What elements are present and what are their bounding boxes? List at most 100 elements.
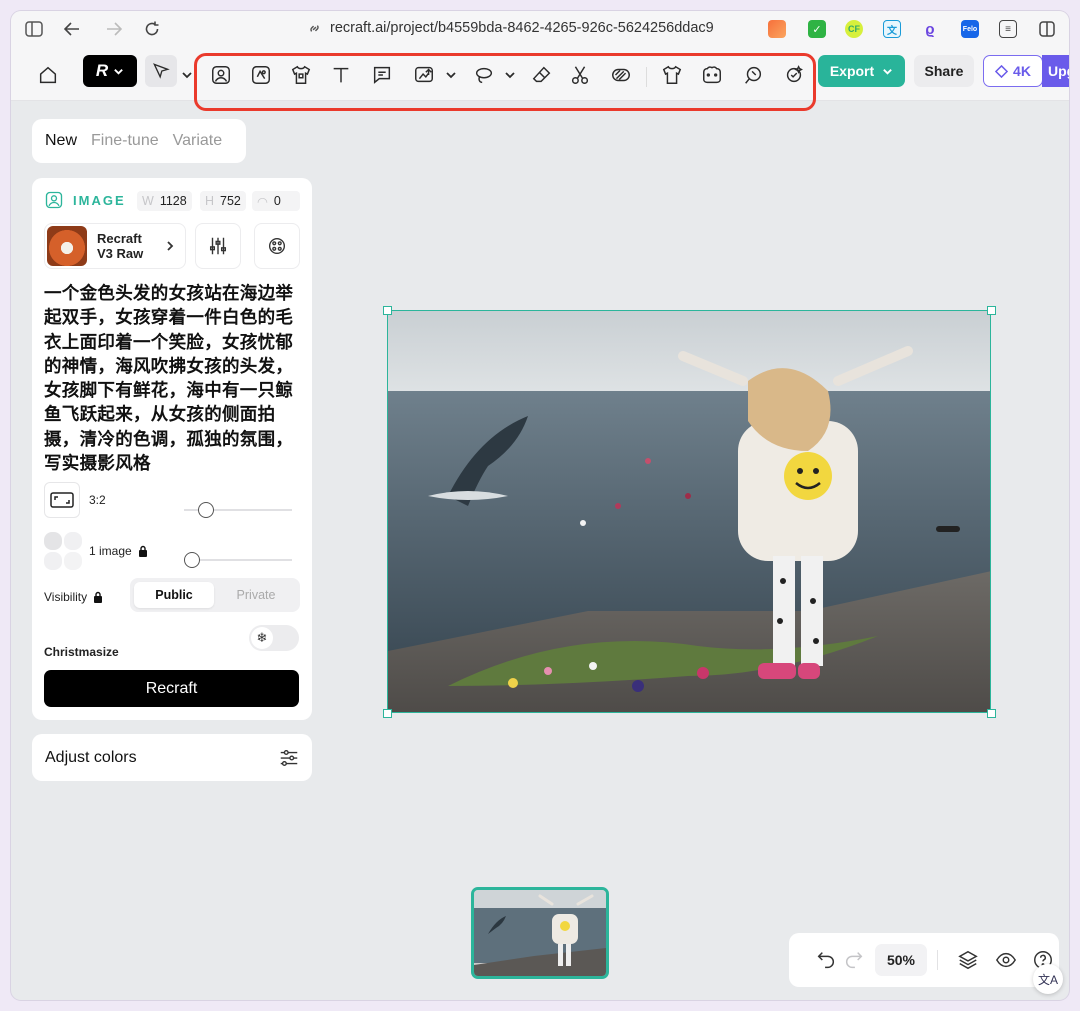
tab-fine-tune[interactable]: Fine-tune <box>91 132 159 150</box>
browser-window: recraft.ai/project/b4559bda-8462-4265-92… <box>11 11 1069 1000</box>
settings-sliders-button[interactable] <box>195 223 241 269</box>
export-label: Export <box>829 63 875 79</box>
canvas-image[interactable] <box>387 310 991 713</box>
select-tool-chevron-icon[interactable] <box>181 68 193 80</box>
translate-extension-icon[interactable]: 文 <box>883 20 901 38</box>
export-button[interactable]: Export <box>818 55 905 87</box>
height-value: 752 <box>220 194 241 208</box>
recraft-generate-button[interactable]: Recraft <box>44 670 299 707</box>
lock-icon <box>138 545 147 557</box>
output-type-row[interactable]: IMAGE <box>44 190 126 210</box>
christmasize-toggle[interactable]: ❄ <box>249 625 299 651</box>
width-key: W <box>142 194 154 208</box>
cf-extension-icon[interactable]: CF <box>845 20 863 38</box>
thumbnail-photo <box>474 890 606 976</box>
select-tool-button[interactable] <box>145 55 177 87</box>
snowflake-icon: ❄ <box>251 627 273 649</box>
adjust-sliders-icon <box>280 749 298 767</box>
width-value: 1128 <box>159 194 187 208</box>
image-type-icon <box>45 191 63 209</box>
style-palette-button[interactable] <box>254 223 300 269</box>
image-count-icon <box>44 532 82 570</box>
reload-icon[interactable] <box>141 18 163 40</box>
back-icon[interactable] <box>61 18 83 40</box>
generation-panel: IMAGE W 1128 H 752 ◠ 0 Recraft V3 Raw 一个… <box>32 178 312 720</box>
aspect-ratio-value: 3:2 <box>89 493 106 507</box>
preview-eye-icon[interactable] <box>993 947 1019 973</box>
christmasize-row: Christmasize <box>44 645 119 659</box>
christmasize-label: Christmasize <box>44 645 119 659</box>
adjust-colors-label: Adjust colors <box>45 748 137 766</box>
url-text: recraft.ai/project/b4559bda-8462-4265-92… <box>330 20 714 36</box>
image-thumbnail[interactable] <box>471 887 609 979</box>
visibility-private-option[interactable]: Private <box>216 582 296 608</box>
chevron-down-icon <box>883 68 892 75</box>
canvas-controls: 50% <box>789 933 1059 987</box>
link-icon <box>310 24 319 32</box>
checkmark-extension-icon[interactable]: ✓ <box>808 20 826 38</box>
home-button[interactable] <box>32 59 64 91</box>
redo-icon[interactable] <box>841 947 867 973</box>
chevron-down-icon <box>114 68 123 75</box>
palette-icon <box>268 237 286 255</box>
chevron-right-icon <box>167 241 174 251</box>
prompt-input[interactable]: 一个金色头发的女孩站在海边举起双手，女孩穿着一件白色的毛衣上面印着一个笑脸，女孩… <box>44 282 302 476</box>
generated-photo <box>388 311 990 712</box>
resize-handle-top-left[interactable] <box>383 306 392 315</box>
adjust-colors-section[interactable]: Adjust colors <box>32 734 312 781</box>
resize-handle-top-right[interactable] <box>987 306 996 315</box>
browser-chrome: recraft.ai/project/b4559bda-8462-4265-92… <box>11 11 1069 47</box>
width-field[interactable]: W 1128 <box>137 191 192 211</box>
logo-mark: R <box>95 61 109 80</box>
aspect-ratio-row[interactable]: 3:2 <box>44 482 106 518</box>
sidebar-toggle-icon[interactable] <box>23 18 45 40</box>
visibility-public-option[interactable]: Public <box>134 582 214 608</box>
aspect-ratio-slider-knob[interactable] <box>198 502 214 518</box>
aspect-ratio-icon <box>44 482 80 518</box>
zoom-level[interactable]: 50% <box>875 944 927 976</box>
resize-handle-bottom-right[interactable] <box>987 709 996 718</box>
resolution-4k-button[interactable]: 4K <box>983 55 1043 87</box>
extension-orange-icon[interactable] <box>768 20 786 38</box>
app-toolbar: R Export Share 4K Up <box>11 47 1069 111</box>
upgrade-button[interactable]: Upg <box>1042 55 1069 87</box>
model-selector[interactable]: Recraft V3 Raw <box>44 223 186 269</box>
image-count-row[interactable]: 1 image <box>44 532 148 570</box>
visibility-toggle: Public Private <box>130 578 300 612</box>
diamond-icon <box>995 64 1009 78</box>
cursor-icon <box>153 63 170 79</box>
layers-icon[interactable] <box>955 947 981 973</box>
image-count-slider[interactable] <box>184 559 292 561</box>
model-avatar <box>47 226 87 266</box>
model-name-line1: Recraft <box>97 231 142 246</box>
split-view-icon[interactable] <box>1038 20 1056 38</box>
output-type-label: IMAGE <box>73 192 126 208</box>
share-button[interactable]: Share <box>914 55 974 87</box>
tab-new[interactable]: New <box>45 132 77 150</box>
image-count-value: 1 image <box>89 544 132 558</box>
translate-icon[interactable]: 文A <box>1033 964 1063 994</box>
seed-icon: ◠ <box>257 194 268 209</box>
lock-icon <box>94 591 103 603</box>
undo-icon[interactable] <box>813 947 839 973</box>
recraft-logo-menu[interactable]: R <box>83 55 137 87</box>
mode-tabs: New Fine-tune Variate <box>32 119 246 163</box>
resolution-label: 4K <box>1013 63 1031 79</box>
felo-extension-icon[interactable]: Felo <box>961 20 979 38</box>
resize-handle-bottom-left[interactable] <box>383 709 392 718</box>
height-key: H <box>205 194 215 208</box>
purple-extension-icon[interactable]: ϱ <box>921 20 939 38</box>
image-count-slider-knob[interactable] <box>184 552 200 568</box>
sliders-extension-icon[interactable]: ≡ <box>999 20 1017 38</box>
address-bar[interactable]: recraft.ai/project/b4559bda-8462-4265-92… <box>307 20 714 36</box>
height-field[interactable]: H 752 <box>200 191 246 211</box>
model-name-line2: V3 Raw <box>97 246 144 261</box>
sliders-icon <box>209 237 227 255</box>
controls-divider <box>937 950 938 970</box>
seed-value: 0 <box>273 194 281 208</box>
forward-icon[interactable] <box>103 18 125 40</box>
seed-field[interactable]: ◠ 0 <box>252 191 300 211</box>
tab-variate[interactable]: Variate <box>173 132 223 150</box>
tool-group-highlight <box>194 53 816 111</box>
visibility-label: Visibility <box>44 590 88 604</box>
